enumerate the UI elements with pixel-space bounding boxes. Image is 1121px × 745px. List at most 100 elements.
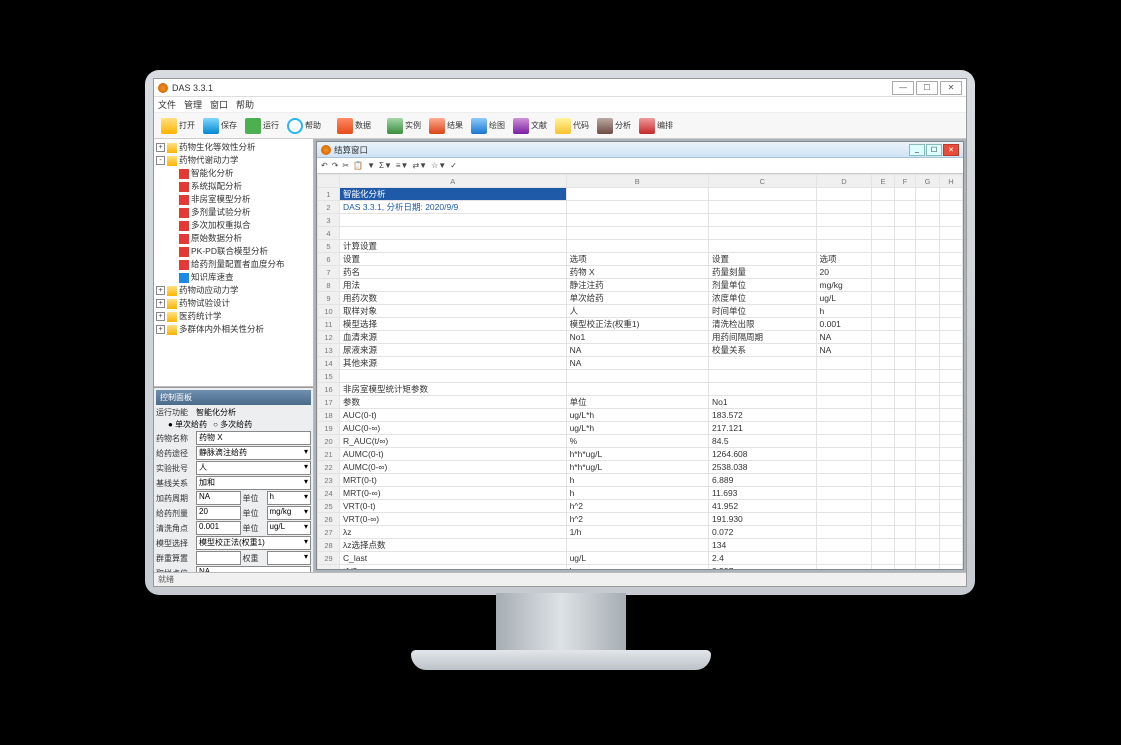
col-header[interactable]: B: [566, 175, 708, 188]
sheet-cell[interactable]: [816, 188, 872, 201]
control-input[interactable]: NA: [196, 491, 241, 505]
sheet-cell[interactable]: [894, 305, 915, 318]
row-number[interactable]: 5: [318, 240, 340, 253]
sheet-cell[interactable]: [872, 513, 894, 526]
sheet-cell[interactable]: [916, 370, 940, 383]
sheet-cell[interactable]: [939, 487, 962, 500]
sheet-cell[interactable]: [872, 331, 894, 344]
row-number[interactable]: 27: [318, 526, 340, 539]
sheet-cell[interactable]: [939, 305, 962, 318]
sheet-cell[interactable]: [894, 214, 915, 227]
sheet-cell[interactable]: [816, 435, 872, 448]
sheet-cell[interactable]: [894, 370, 915, 383]
sheet-cell[interactable]: [916, 266, 940, 279]
sheet-cell[interactable]: [894, 422, 915, 435]
sheet-cell[interactable]: [566, 240, 708, 253]
sheet-cell[interactable]: λz: [340, 526, 567, 539]
multi-dose-radio[interactable]: 多次给药: [213, 419, 252, 430]
sheet-cell[interactable]: 217.121: [709, 422, 817, 435]
sheet-cell[interactable]: 取样对象: [340, 305, 567, 318]
col-header[interactable]: D: [816, 175, 872, 188]
toolbar-分析-button[interactable]: 分析: [594, 117, 634, 135]
tree-node[interactable]: 多剂量试验分析: [156, 206, 311, 219]
sheet-cell[interactable]: 用药间隔周期: [709, 331, 817, 344]
sheet-cell[interactable]: 模型选择: [340, 318, 567, 331]
sheet-cell[interactable]: [916, 422, 940, 435]
sheet-cell[interactable]: [872, 474, 894, 487]
sheet-cell[interactable]: VRT(0-∞): [340, 513, 567, 526]
sheet-cell[interactable]: h^2: [566, 500, 708, 513]
row-number[interactable]: 26: [318, 513, 340, 526]
sheet-cell[interactable]: [340, 370, 567, 383]
sheet-cell[interactable]: [816, 565, 872, 570]
sheet-cell[interactable]: 单位: [566, 396, 708, 409]
sheet-cell[interactable]: 参数: [340, 396, 567, 409]
col-header[interactable]: H: [939, 175, 962, 188]
sheet-row[interactable]: 27λz1/h0.072: [318, 526, 963, 539]
toolbar-保存-button[interactable]: 保存: [200, 117, 240, 135]
sheet-cell[interactable]: 9.597: [709, 565, 817, 570]
row-number[interactable]: 12: [318, 331, 340, 344]
sheet-cell[interactable]: [894, 513, 915, 526]
sheet-cell[interactable]: [916, 357, 940, 370]
sheet-cell[interactable]: AUMC(0-t): [340, 448, 567, 461]
tree-node[interactable]: 给药剂量配置者血度分布: [156, 258, 311, 271]
sheet-cell[interactable]: 用法: [340, 279, 567, 292]
sheet-cell[interactable]: 设置: [340, 253, 567, 266]
sheet-cell[interactable]: [709, 383, 817, 396]
sheet-cell[interactable]: [916, 552, 940, 565]
row-number[interactable]: 15: [318, 370, 340, 383]
sheet-cell[interactable]: 用药次数: [340, 292, 567, 305]
sheet-cell[interactable]: 校量关系: [709, 344, 817, 357]
sheet-row[interactable]: 11模型选择模型校正法(权重1)清洗检出限0.001: [318, 318, 963, 331]
sheet-row[interactable]: 22AUMC(0-∞)h*h*ug/L2538.038: [318, 461, 963, 474]
tree-expand-icon[interactable]: +: [156, 325, 165, 334]
sheet-cell[interactable]: 0.072: [709, 526, 817, 539]
row-number[interactable]: 7: [318, 266, 340, 279]
sheet-cell[interactable]: [816, 474, 872, 487]
sheet-cell[interactable]: [916, 513, 940, 526]
sheet-row[interactable]: 13尿液来源NA校量关系NA: [318, 344, 963, 357]
row-number[interactable]: 23: [318, 474, 340, 487]
sheet-cell[interactable]: [872, 500, 894, 513]
sheet-row[interactable]: 2DAS 3.3.1, 分析日期: 2020/9/9: [318, 201, 963, 214]
sheet-row[interactable]: 16非房室模型统计矩参数: [318, 383, 963, 396]
sheet-cell[interactable]: h^2: [566, 513, 708, 526]
sheet-cell[interactable]: 11.693: [709, 487, 817, 500]
sheet-cell[interactable]: 选项: [816, 253, 872, 266]
sheet-cell[interactable]: [709, 227, 817, 240]
sheet-cell[interactable]: [816, 396, 872, 409]
sheet-row[interactable]: 26VRT(0-∞)h^2191.930: [318, 513, 963, 526]
sheet-tool-button[interactable]: ↷: [332, 161, 339, 170]
sheet-cell[interactable]: [916, 461, 940, 474]
sheet-cell[interactable]: [872, 461, 894, 474]
control-select[interactable]: 人: [196, 461, 311, 475]
sheet-cell[interactable]: [894, 409, 915, 422]
tree-expand-icon[interactable]: +: [156, 143, 165, 152]
sheet-cell[interactable]: 41.952: [709, 500, 817, 513]
sheet-tool-button[interactable]: ✂: [342, 161, 349, 170]
sheet-cell[interactable]: AUMC(0-∞): [340, 461, 567, 474]
row-number[interactable]: 29: [318, 552, 340, 565]
sheet-row[interactable]: 3: [318, 214, 963, 227]
sheet-cell[interactable]: [939, 266, 962, 279]
sheet-cell[interactable]: 20: [816, 266, 872, 279]
sheet-cell[interactable]: [816, 422, 872, 435]
toolbar-运行-button[interactable]: 运行: [242, 117, 282, 135]
sheet-cell[interactable]: [340, 214, 567, 227]
sheet-cell[interactable]: [939, 526, 962, 539]
sheet-cell[interactable]: [566, 201, 708, 214]
row-number[interactable]: 2: [318, 201, 340, 214]
sheet-cell[interactable]: h*h*ug/L: [566, 461, 708, 474]
sheet-cell[interactable]: [916, 318, 940, 331]
sheet-cell[interactable]: [566, 539, 708, 552]
sheet-cell[interactable]: [894, 396, 915, 409]
sheet-cell[interactable]: [916, 227, 940, 240]
sheet-cell[interactable]: AUC(0-∞): [340, 422, 567, 435]
sheet-cell[interactable]: [916, 292, 940, 305]
row-number[interactable]: 4: [318, 227, 340, 240]
tree-node[interactable]: 原始数据分析: [156, 232, 311, 245]
sheet-cell[interactable]: 药名: [340, 266, 567, 279]
row-number[interactable]: 14: [318, 357, 340, 370]
sheet-cell[interactable]: [939, 318, 962, 331]
